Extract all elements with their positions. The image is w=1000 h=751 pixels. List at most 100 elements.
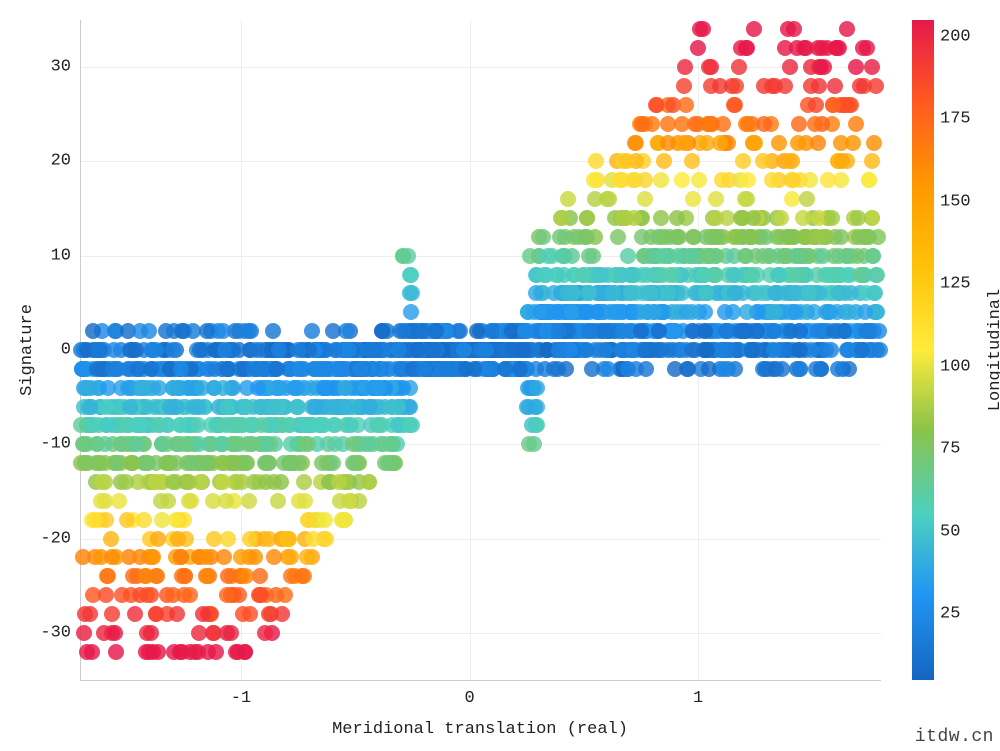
data-point [739,304,755,320]
data-point [191,625,207,641]
data-point [148,342,164,358]
data-point [145,549,161,565]
data-point [87,512,103,528]
data-point [678,97,694,113]
data-point [782,59,798,75]
data-point [653,210,669,226]
data-point [522,248,538,264]
data-point [219,399,235,415]
data-point [656,153,672,169]
data-point [820,172,836,188]
data-point [237,323,253,339]
data-point [299,549,315,565]
data-point [773,229,789,245]
data-point [132,323,148,339]
data-point [622,304,638,320]
data-point [857,304,873,320]
data-point [584,361,600,377]
data-point [770,267,786,283]
data-point [191,436,207,452]
data-point [265,323,281,339]
data-point [107,625,123,641]
data-point [820,304,836,320]
data-point [551,342,567,358]
data-point [827,78,843,94]
data-point [848,59,864,75]
data-point [277,587,293,603]
data-point [251,587,267,603]
data-point [564,248,580,264]
data-point [780,21,796,37]
data-point [403,304,419,320]
data-point [166,644,182,660]
data-point [833,229,849,245]
data-point [214,455,230,471]
data-point [100,568,116,584]
data-point [665,323,681,339]
data-point [777,78,793,94]
data-point [250,380,266,396]
data-point [540,248,556,264]
data-point [669,210,685,226]
data-point [182,455,198,471]
data-point [699,135,715,151]
data-point [830,361,846,377]
data-point [861,172,877,188]
data-point [739,191,755,207]
data-point [132,587,148,603]
data-point [391,342,407,358]
data-point [325,399,341,415]
data-point [729,229,745,245]
data-point [634,229,650,245]
data-point [77,455,93,471]
data-point [261,606,277,622]
data-point [627,135,643,151]
data-point [177,568,193,584]
data-point [291,455,307,471]
data-point [728,78,744,94]
data-point [588,153,604,169]
data-point [738,40,754,56]
data-point [866,135,882,151]
data-point [560,191,576,207]
data-point [165,342,181,358]
data-point [100,380,116,396]
data-point [151,380,167,396]
data-point [790,135,806,151]
data-point [676,135,692,151]
data-point [864,153,880,169]
data-point [250,361,266,377]
data-point [699,342,715,358]
data-point [384,455,400,471]
data-point [581,248,597,264]
data-point [680,361,696,377]
data-point [410,342,426,358]
data-point [587,191,603,207]
data-point [341,417,357,433]
data-point [718,323,734,339]
data-point [619,153,635,169]
data-point [854,342,870,358]
data-point [792,361,808,377]
data-point [196,455,212,471]
data-point [727,285,743,301]
data-point [799,191,815,207]
data-point [94,474,110,490]
data-point [519,399,535,415]
data-point [104,549,120,565]
data-point [374,323,390,339]
data-point [825,97,841,113]
data-point [174,323,190,339]
data-point [634,116,650,132]
data-point [219,587,235,603]
data-point [98,399,114,415]
data-point [283,568,299,584]
data-point [242,531,258,547]
data-point [747,135,763,151]
data-point [75,549,91,565]
data-point [85,323,101,339]
colorbar-tick: 100 [940,357,971,376]
data-point [352,361,368,377]
data-point [674,172,690,188]
data-point [843,285,859,301]
